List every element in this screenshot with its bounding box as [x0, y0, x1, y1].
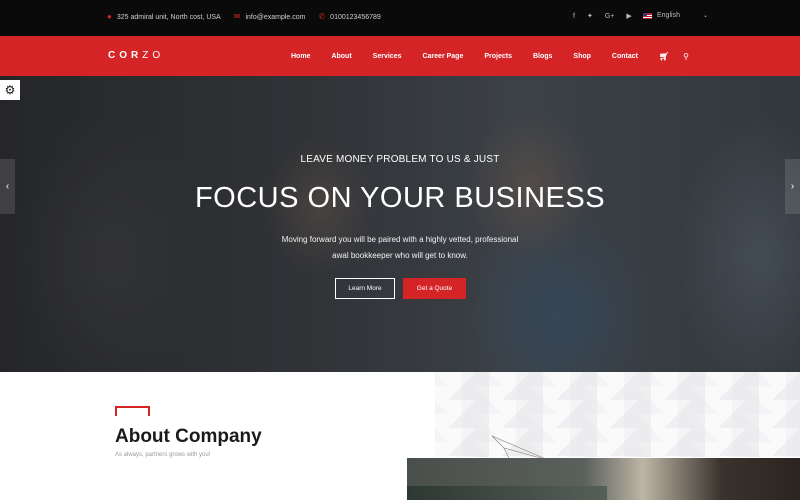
nav-item-about[interactable]: About	[331, 53, 351, 60]
chevron-down-icon: ⌄	[702, 13, 708, 19]
facebook-icon[interactable]: f	[573, 13, 575, 20]
nav-item-shop[interactable]: Shop	[573, 53, 591, 60]
envelope-icon: ✉	[233, 12, 241, 21]
nav-item-projects[interactable]: Projects	[484, 53, 512, 60]
search-icon[interactable]: ⚲	[683, 52, 689, 61]
logo-bold: COR	[108, 50, 143, 61]
google-plus-icon[interactable]: G+	[605, 13, 615, 20]
get-quote-button[interactable]: Get a Quote	[403, 278, 466, 299]
twitter-icon[interactable]: ✦	[587, 12, 593, 20]
hero-description-line-1: Moving forward you will be paired with a…	[281, 235, 519, 244]
phone-item[interactable]: ✆ 0100123456789	[318, 13, 380, 21]
about-subtitle: As always, partners grows with you!	[115, 452, 211, 458]
phone-icon: ✆	[318, 12, 326, 21]
gear-icon: ⚙	[4, 83, 16, 97]
settings-toggle[interactable]: ⚙	[0, 80, 20, 100]
youtube-icon[interactable]: ▶	[626, 12, 631, 20]
nav-item-blogs[interactable]: Blogs	[533, 53, 552, 60]
email-item[interactable]: ✉ info@example.com	[234, 13, 306, 21]
hero-overlay	[0, 76, 800, 372]
nav-item-services[interactable]: Services	[373, 53, 402, 60]
about-section: About Company As always, partners grows …	[0, 372, 800, 500]
logo-light: ZO	[142, 50, 165, 61]
phone-text[interactable]: 0100123456789	[330, 14, 381, 21]
language-selector[interactable]: English ⌄	[643, 12, 708, 19]
about-image	[407, 458, 800, 500]
about-title: About Company	[115, 426, 262, 447]
contact-info: ● 325 admiral unit, North cost, USA ✉ in…	[107, 13, 381, 21]
hero-description: Moving forward you will be paired with a…	[0, 232, 800, 264]
hero-title: FOCUS ON YOUR BUSINESS	[194, 182, 606, 214]
nav-item-career-page[interactable]: Career Page	[422, 53, 463, 60]
cart-icon[interactable]: 🛒︎	[659, 52, 669, 61]
nav-item-contact[interactable]: Contact	[612, 53, 638, 60]
address-text: 325 admiral unit, North cost, USA	[116, 13, 221, 21]
nav-menu: Home About Services Career Page Projects…	[291, 52, 703, 61]
language-label: English	[657, 12, 680, 19]
main-navigation: CORZO Home About Services Career Page Pr…	[0, 36, 800, 76]
top-bar: ● 325 admiral unit, North cost, USA ✉ in…	[0, 0, 800, 36]
hero-buttons: Learn More Get a Quote	[335, 278, 466, 299]
email-text[interactable]: info@example.com	[245, 14, 305, 21]
title-accent-bracket	[115, 406, 150, 416]
hero-description-line-2: awal bookkeeper who will get to know.	[332, 251, 468, 260]
us-flag-icon	[643, 12, 652, 19]
map-pin-icon: ●	[107, 12, 112, 21]
address-item: ● 325 admiral unit, North cost, USA	[107, 13, 221, 21]
logo[interactable]: CORZO	[108, 50, 164, 61]
hero-slider: ⚙ ‹ › LEAVE MONEY PROBLEM TO US & JUST F…	[0, 76, 800, 372]
learn-more-button[interactable]: Learn More	[335, 278, 395, 299]
hero-subtitle: LEAVE MONEY PROBLEM TO US & JUST	[300, 154, 500, 165]
nav-item-home[interactable]: Home	[291, 53, 310, 60]
social-links: f ✦ G+ ▶	[573, 12, 632, 21]
